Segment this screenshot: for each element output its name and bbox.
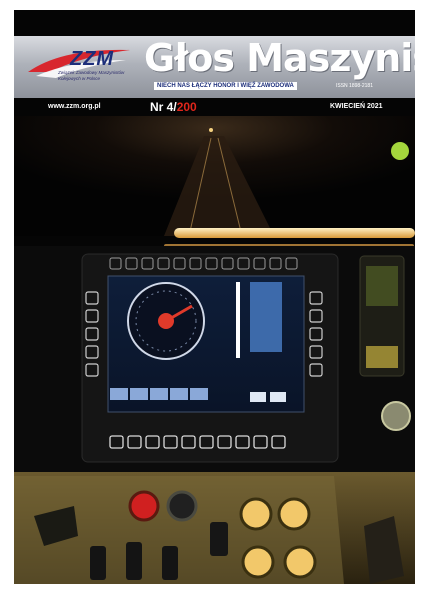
screen-softkey-3[interactable] <box>150 388 168 400</box>
yellow-button-4[interactable] <box>283 545 317 579</box>
screen-softkey-7[interactable] <box>270 392 286 402</box>
magazine-title: Głos Maszynisty <box>144 36 415 80</box>
yellow-button-2[interactable] <box>277 497 311 531</box>
issn-label: ISSN 1898-2181 <box>336 83 373 89</box>
screen-softkey-1[interactable] <box>110 388 128 400</box>
toggle-switch-4[interactable] <box>162 546 178 580</box>
issue-info-bar: www.zzm.org.pl Nr 4/200 KWIECIEŃ 2021 <box>14 100 415 116</box>
issue-total: 200 <box>176 100 197 114</box>
cover-photo <box>14 116 415 584</box>
toggle-switch-1[interactable] <box>210 522 228 556</box>
status-bars <box>250 282 282 352</box>
issue-date: KWIECIEŃ 2021 <box>330 103 383 110</box>
zzm-logo: ZZM Związek Zawodowy Maszynistów Kolejow… <box>22 38 138 96</box>
magazine-motto: NIECH NAS ŁĄCZY HONOR I WIĘŹ ZAWODOWA <box>154 82 297 90</box>
toggle-switch-2[interactable] <box>90 546 106 580</box>
status-divider <box>236 282 240 358</box>
yellow-button-1[interactable] <box>239 497 273 531</box>
yellow-button-3[interactable] <box>241 545 275 579</box>
masthead: ZZM Związek Zawodowy Maszynistów Kolejow… <box>14 36 415 98</box>
toggle-switch-3[interactable] <box>126 542 142 580</box>
screen-softkey-4[interactable] <box>170 388 188 400</box>
logo-text: ZZM <box>70 48 115 70</box>
logo-caption: Związek Zawodowy Maszynistów Kolejowych … <box>58 70 125 81</box>
black-push-button[interactable] <box>166 490 198 522</box>
issue-number: Nr 4/200 <box>150 100 197 114</box>
issue-prefix: Nr 4/ <box>150 100 177 114</box>
screen-softkey-6[interactable] <box>250 392 266 402</box>
distant-light <box>209 128 213 132</box>
green-dot-icon <box>391 142 409 160</box>
screen-softkey-2[interactable] <box>130 388 148 400</box>
website-link[interactable]: www.zzm.org.pl <box>48 103 101 110</box>
magazine-cover: ZZM Związek Zawodowy Maszynistów Kolejow… <box>14 10 415 584</box>
round-button-icon[interactable] <box>381 401 411 431</box>
speed-hub <box>158 313 174 329</box>
cab-light-strip <box>174 228 415 238</box>
screen-softkey-5[interactable] <box>190 388 208 400</box>
red-push-button[interactable] <box>128 490 160 522</box>
